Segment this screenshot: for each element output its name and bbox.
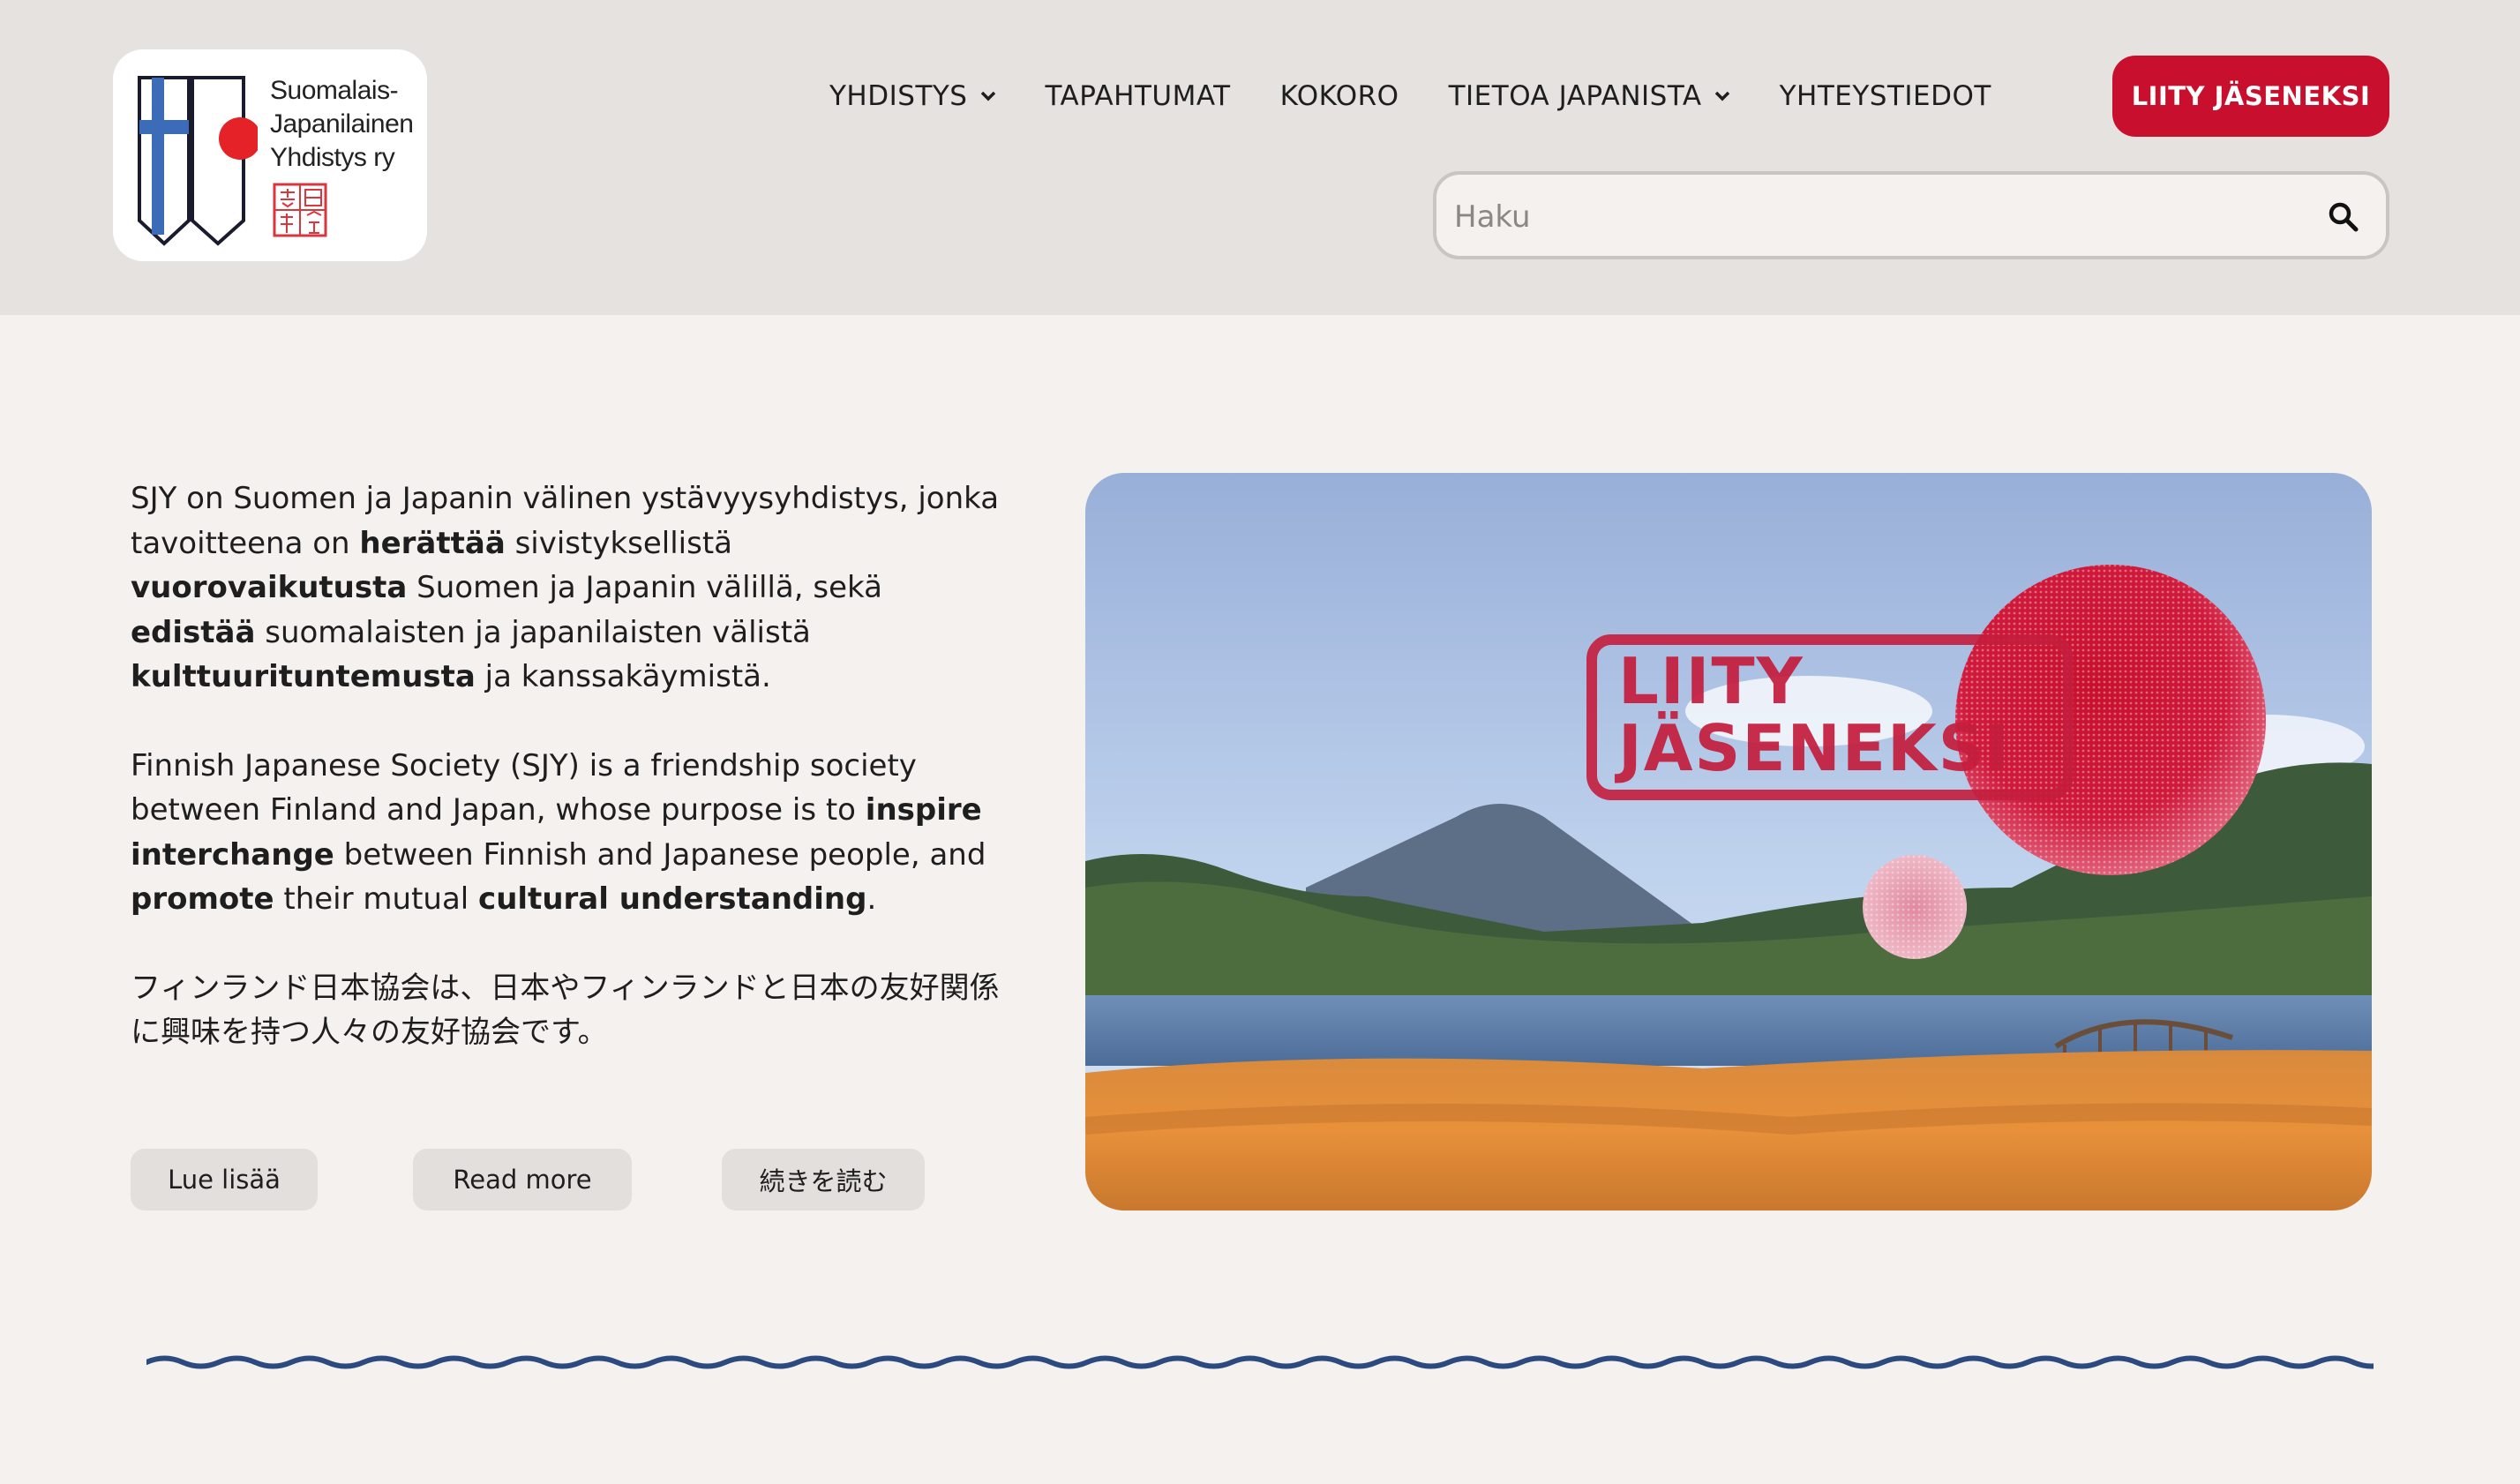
search-icon[interactable]: [2328, 201, 2359, 233]
nav-item-yhdistys[interactable]: YHDISTYS: [829, 80, 996, 112]
read-more-japanese-button[interactable]: 続きを読む: [722, 1149, 925, 1210]
logo-wordmark: Suomalais- Japanilainen Yhdistys ry: [270, 74, 414, 175]
finland-japan-shield-icon: [138, 76, 258, 246]
main-navigation: YHDISTYS TAPAHTUMAT KOKORO TIETOA JAPANI…: [829, 55, 2041, 138]
read-more-english-button[interactable]: Read more: [413, 1149, 632, 1210]
chevron-down-icon: [980, 91, 995, 101]
chevron-down-icon: [1714, 91, 1729, 101]
text-span: between Finnish and Japanese people, and: [334, 836, 986, 873]
search-bar: [1433, 171, 2389, 259]
logo-line-1: Suomalais-: [270, 76, 399, 105]
intro-japanese: フィンランド日本協会は、日本やフィンランドと日本の友好関係に興味を持つ人々の友好…: [131, 970, 1000, 1050]
intro-text: SJY on Suomen ja Japanin välinen ystävyy…: [131, 476, 1013, 1098]
logo-line-2: Japanilainen: [270, 109, 414, 139]
nav-item-kokoro[interactable]: KOKORO: [1280, 80, 1399, 112]
text-span: their mutual: [274, 881, 479, 917]
text-span: Suomen ja Japanin välillä, sekä: [407, 570, 882, 605]
bold-text: promote: [131, 881, 274, 917]
bold-text: edistää: [131, 614, 256, 650]
banner-line-1: LIITY: [1618, 644, 1804, 718]
japanese-seal-icon: [273, 183, 327, 237]
text-span: .: [866, 881, 877, 917]
intro-english: Finnish Japanese Society (SJY) is a frie…: [131, 744, 1013, 922]
nav-item-tietoa-japanista[interactable]: TIETOA JAPANISTA: [1449, 80, 1730, 112]
text-span: suomalaisten ja japanilaisten välistä: [255, 614, 811, 650]
bold-text: herättää: [359, 525, 506, 561]
nav-label: TAPAHTUMAT: [1045, 80, 1231, 112]
wave-divider: [146, 1355, 2374, 1369]
nav-item-tapahtumat[interactable]: TAPAHTUMAT: [1046, 80, 1231, 112]
site-logo[interactable]: Suomalais- Japanilainen Yhdistys ry: [113, 49, 427, 261]
banner-landscape-image: [1085, 473, 2372, 1210]
bold-text: cultural understanding: [478, 881, 867, 917]
nav-label: KOKORO: [1279, 80, 1399, 112]
bold-text: vuorovaikutusta: [131, 570, 408, 605]
nav-label: TIETOA JAPANISTA: [1448, 80, 1702, 112]
join-banner[interactable]: LIITY JÄSENEKSI: [1085, 473, 2372, 1210]
bold-text: kulttuurituntemusta: [131, 659, 476, 694]
join-member-button[interactable]: LIITY JÄSENEKSI: [2112, 56, 2389, 137]
read-more-finnish-button[interactable]: Lue lisää: [131, 1149, 318, 1210]
logo-line-3: Yhdistys ry: [270, 143, 395, 172]
banner-title: LIITY JÄSENEKSI: [1618, 648, 2011, 782]
intro-finnish: SJY on Suomen ja Japanin välinen ystävyy…: [131, 476, 1013, 700]
nav-label: YHTEYSTIEDOT: [1779, 80, 1991, 112]
text-span: ja kanssakäymistä.: [475, 659, 771, 694]
text-span: Finnish Japanese Society (SJY) is a frie…: [131, 747, 917, 828]
text-span: sivistyksellistä: [505, 525, 733, 561]
nav-item-yhteystiedot[interactable]: YHTEYSTIEDOT: [1780, 80, 1991, 112]
banner-line-2: JÄSENEKSI: [1618, 711, 2012, 785]
search-input[interactable]: [1454, 192, 2301, 242]
site-header: Suomalais- Japanilainen Yhdistys ry YHDI…: [0, 0, 2520, 315]
nav-label: YHDISTYS: [829, 80, 968, 112]
